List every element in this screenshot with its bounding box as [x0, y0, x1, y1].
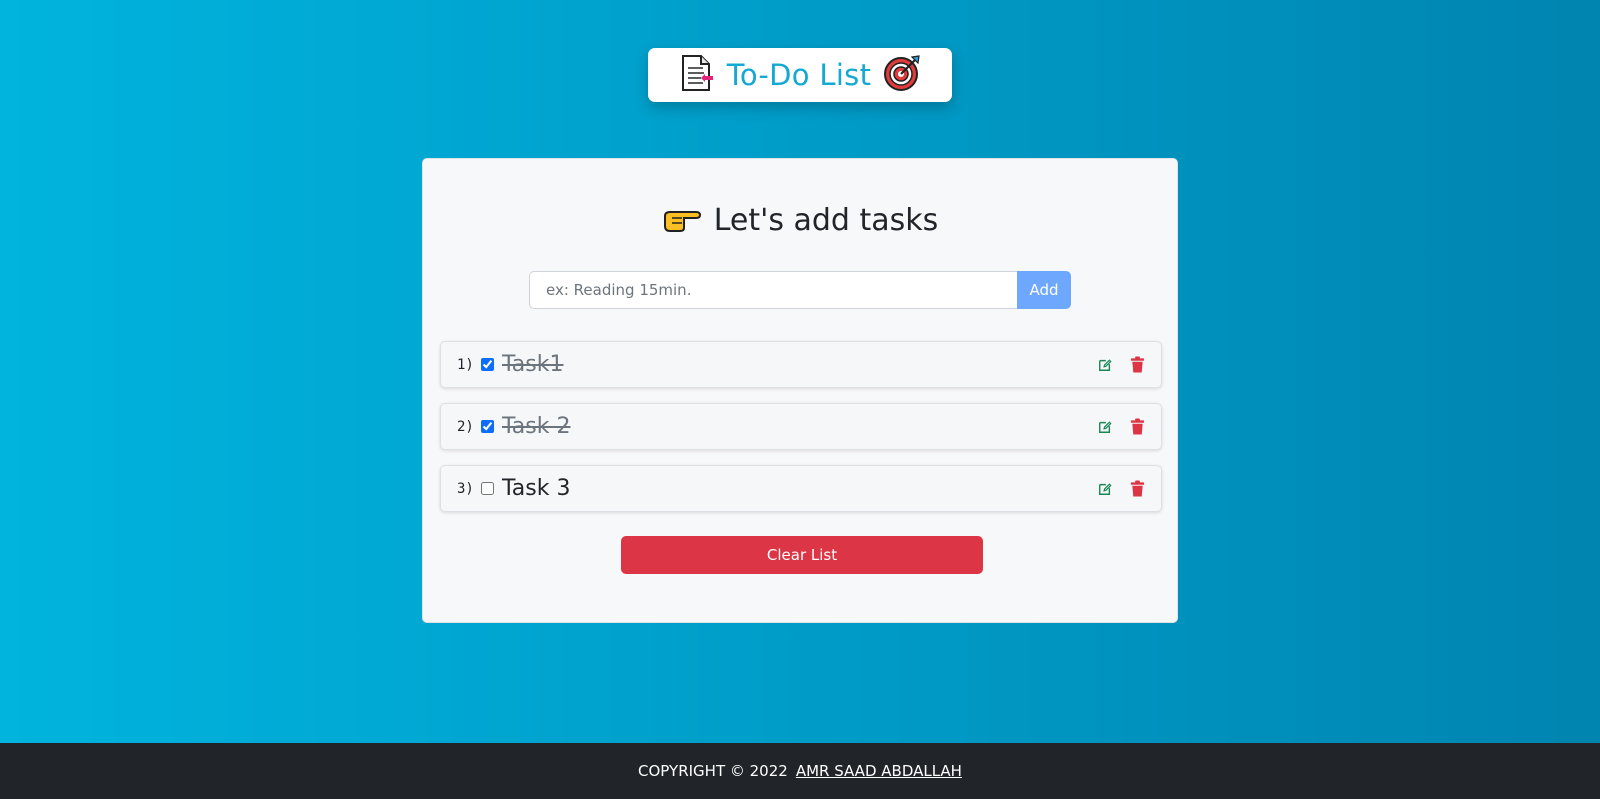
task-label: Task 3	[502, 476, 571, 501]
task-actions	[1097, 404, 1145, 449]
task-number: 1)	[457, 356, 474, 373]
task-item: 3) Task 3	[440, 465, 1162, 512]
task-label: Task1	[502, 352, 564, 377]
task-label: Task 2	[502, 414, 571, 439]
task-list: 1) Task1 2) Task 2 3) Task 3	[440, 341, 1162, 527]
trash-icon[interactable]	[1129, 356, 1145, 374]
add-tasks-heading: Let's add tasks	[423, 203, 1177, 238]
task-actions	[1097, 342, 1145, 387]
add-button[interactable]: Add	[1017, 271, 1071, 309]
heading-text: Let's add tasks	[713, 203, 939, 238]
task-checkbox[interactable]	[481, 420, 494, 433]
task-input[interactable]	[529, 271, 1017, 309]
trash-icon[interactable]	[1129, 418, 1145, 436]
app-title-badge: To-Do List	[648, 48, 952, 102]
copyright-text: COPYRIGHT © 2022	[638, 762, 788, 780]
task-number: 3)	[457, 480, 474, 497]
trash-icon[interactable]	[1129, 480, 1145, 498]
task-item: 2) Task 2	[440, 403, 1162, 450]
footer: COPYRIGHT © 2022 AMR SAAD ABDALLAH	[0, 743, 1600, 799]
edit-icon[interactable]	[1097, 356, 1113, 374]
task-actions	[1097, 466, 1145, 511]
pointing-hand-icon	[662, 204, 702, 238]
document-icon	[679, 54, 715, 96]
clear-list-button[interactable]: Clear List	[621, 536, 983, 574]
task-checkbox[interactable]	[481, 358, 494, 371]
app-title: To-Do List	[726, 58, 872, 92]
add-task-form: Add	[529, 271, 1071, 309]
target-icon	[883, 54, 921, 96]
edit-icon[interactable]	[1097, 418, 1113, 436]
task-checkbox[interactable]	[481, 482, 494, 495]
task-item: 1) Task1	[440, 341, 1162, 388]
edit-icon[interactable]	[1097, 480, 1113, 498]
task-number: 2)	[457, 418, 474, 435]
task-card: Let's add tasks Add 1) Task1 2) Task 2	[422, 158, 1178, 623]
author-link[interactable]: AMR SAAD ABDALLAH	[796, 762, 962, 780]
